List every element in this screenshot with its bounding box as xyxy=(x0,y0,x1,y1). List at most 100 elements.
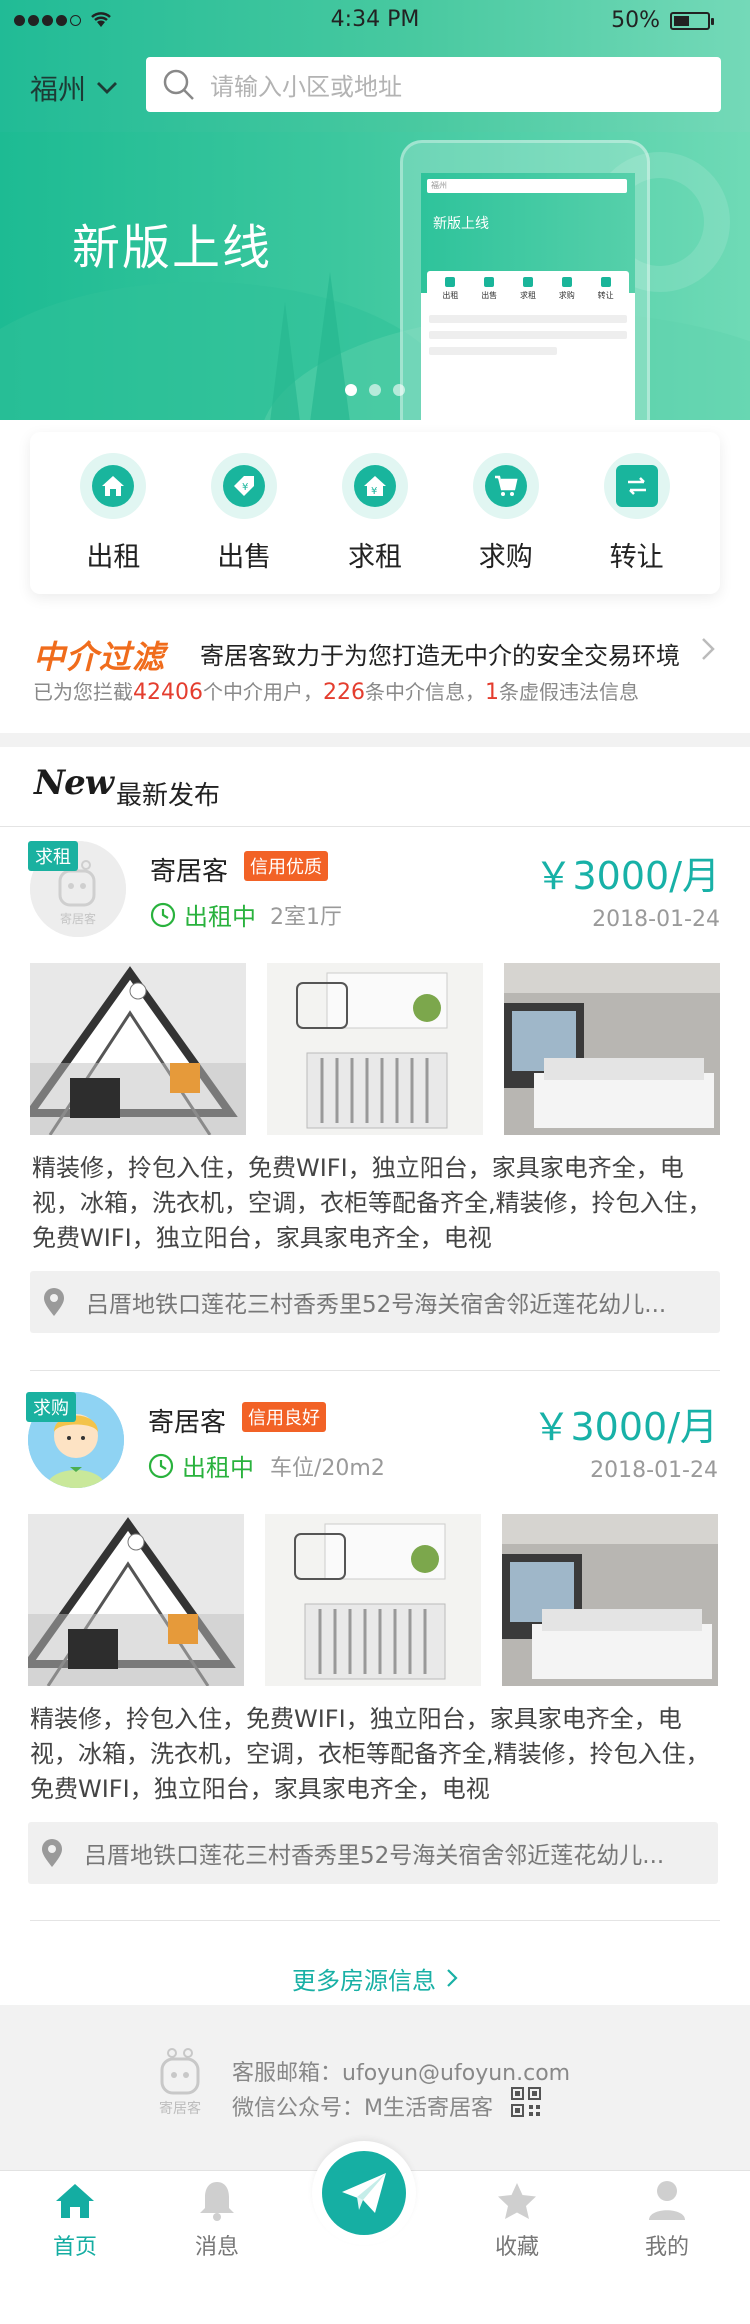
clock-icon xyxy=(150,902,176,927)
paper-plane-icon xyxy=(342,2173,386,2213)
mock-icon-label: 转让 xyxy=(597,291,614,300)
listing-photo[interactable] xyxy=(30,963,246,1135)
mock-icons: 出租 出售 求租 求购 转让 xyxy=(427,271,629,307)
listing-divider xyxy=(30,1920,720,1921)
status-bar: 4:34 PM 50% xyxy=(0,0,750,40)
photo-gallery xyxy=(30,963,720,1135)
category-want-buy[interactable]: 求购 xyxy=(451,452,561,574)
category-menu: 出租 ¥ 出售 ¥ 求租 求购 转让 xyxy=(30,432,720,594)
category-transfer[interactable]: 转让 xyxy=(582,452,692,574)
category-label: 转让 xyxy=(609,541,664,573)
credit-badge: 信用良好 xyxy=(242,1402,326,1432)
search-icon xyxy=(163,69,194,100)
poster-name: 寄居客 xyxy=(148,1408,227,1438)
intercepted-info-count: 226 xyxy=(323,680,365,705)
filter-slogan: 寄居客致力于为您打造无中介的安全交易环境 xyxy=(200,642,680,670)
category-label: 求租 xyxy=(347,541,402,573)
filter-logo: 中介过滤 xyxy=(33,638,166,676)
more-label: 更多房源信息 xyxy=(292,1966,436,1995)
category-rent-out[interactable]: 出租 xyxy=(58,452,168,574)
status-text: 出租中 xyxy=(182,1454,254,1482)
chevron-right-icon xyxy=(447,1969,458,1987)
star-icon xyxy=(498,2183,536,2219)
tab-favorites[interactable]: 收藏 xyxy=(442,2171,592,2271)
publish-button[interactable] xyxy=(312,2141,416,2245)
category-label: 出租 xyxy=(86,541,141,573)
svg-text:¥: ¥ xyxy=(242,482,248,493)
footer-logo-text: 寄居客 xyxy=(159,2100,201,2117)
home-icon xyxy=(56,2184,94,2218)
home-indicator-area xyxy=(0,2276,750,2324)
price-tag-icon: ¥ xyxy=(234,475,255,496)
photo-gallery xyxy=(28,1514,718,1686)
pagination-dot[interactable] xyxy=(345,384,357,396)
qr-code-icon[interactable] xyxy=(511,2087,541,2117)
svg-text:¥: ¥ xyxy=(371,486,377,497)
stats-text: 个中介用户， xyxy=(203,680,323,704)
more-listings-link[interactable]: 更多房源信息 xyxy=(0,1948,750,2008)
category-want-rent[interactable]: ¥ 求租 xyxy=(320,452,430,574)
banner-pagination[interactable] xyxy=(0,384,750,396)
bell-icon xyxy=(200,2182,234,2221)
listing-date: 2018-01-24 xyxy=(592,907,720,932)
listing-type-badge: 求租 xyxy=(28,841,78,871)
search-input[interactable]: 请输入小区或地址 xyxy=(146,57,721,112)
section-divider xyxy=(0,733,750,747)
room-type: 车位/20m2 xyxy=(270,1456,385,1481)
stats-text: 已为您拦截 xyxy=(33,680,133,704)
clock-icon xyxy=(148,1453,174,1478)
pagination-dot[interactable] xyxy=(369,384,381,396)
mock-icon-label: 出租 xyxy=(442,291,459,300)
transfer-icon xyxy=(627,476,646,495)
address-text: 吕厝地铁口莲花三村香秀里52号海关宿舍邻近莲花幼儿... xyxy=(86,1292,667,1318)
listing-description: 精装修，拎包入住，免费WIFI，独立阳台，家具家电齐全，电视，冰箱，洗衣机，空调… xyxy=(32,1154,712,1252)
battery-icon xyxy=(670,12,714,30)
support-email[interactable]: 客服邮箱：ufoyun@ufoyun.com xyxy=(232,2055,570,2087)
listing-type-badge: 求购 xyxy=(26,1392,76,1422)
listing-address[interactable]: 吕厝地铁口莲花三村香秀里52号海关宿舍邻近莲花幼儿... xyxy=(30,1271,720,1333)
latest-section-header: New 最新发布 xyxy=(0,747,750,827)
listing-card[interactable]: 寄居客 求租 寄居客 信用优质 出租中 2室1厅 ￥3000/月 2018-01… xyxy=(0,827,750,1367)
listing-address[interactable]: 吕厝地铁口莲花三村香秀里52号海关宿舍邻近莲花幼儿... xyxy=(28,1822,718,1884)
stats-text: 条中介信息， xyxy=(365,680,485,704)
mock-icon-label: 出售 xyxy=(481,291,498,300)
promo-banner[interactable]: 新版上线 福州 新版上线 出租 出售 求租 求购 转让 xyxy=(0,132,750,420)
listing-price: ￥3000/月 xyxy=(532,1405,718,1449)
agent-filter-banner[interactable]: 中介过滤 寄居客致力于为您打造无中介的安全交易环境 已为您拦截42406个中介用… xyxy=(0,620,750,730)
listing-photo[interactable] xyxy=(28,1514,244,1686)
city-selector[interactable]: 福州 xyxy=(30,68,118,108)
listing-status: 出租中 xyxy=(150,897,256,932)
listing-status: 出租中 xyxy=(148,1448,254,1483)
mock-title: 新版上线 xyxy=(433,216,489,232)
house-yen-icon: ¥ xyxy=(363,475,386,497)
mock-icon-label: 求购 xyxy=(558,291,575,300)
listing-photo[interactable] xyxy=(267,963,483,1135)
tab-label: 我的 xyxy=(644,2235,689,2260)
brand-logo-icon: 寄居客 xyxy=(159,2048,201,2117)
listing-description: 精装修，拎包入住，免费WIFI，独立阳台，家具家电齐全，电视，冰箱，洗衣机，空调… xyxy=(30,1705,710,1803)
listing-card[interactable]: 求购 寄居客 信用良好 出租中 车位/20m2 ￥3000/月 2018-01-… xyxy=(0,1378,750,1918)
intercepted-users-count: 42406 xyxy=(133,680,203,705)
listing-date: 2018-01-24 xyxy=(590,1458,718,1483)
listing-price: ￥3000/月 xyxy=(534,854,720,898)
house-icon xyxy=(102,475,125,496)
listing-photo[interactable] xyxy=(504,963,720,1135)
listing-photo[interactable] xyxy=(265,1514,481,1686)
tab-messages[interactable]: 消息 xyxy=(142,2171,292,2271)
tab-profile[interactable]: 我的 xyxy=(592,2171,742,2271)
listing-photo[interactable] xyxy=(502,1514,718,1686)
room-type: 2室1厅 xyxy=(270,905,342,930)
tab-home[interactable]: 首页 xyxy=(0,2171,150,2271)
svg-text:寄居客: 寄居客 xyxy=(60,911,96,926)
stats-text: 条虚假违法信息 xyxy=(499,680,639,704)
chevron-down-icon xyxy=(97,82,118,94)
phone-mockup: 福州 新版上线 出租 出售 求租 求购 转让 xyxy=(400,140,650,420)
filter-stats: 已为您拦截42406个中介用户，226条中介信息，1条虚假违法信息 xyxy=(33,676,639,705)
new-logo: New xyxy=(34,763,114,803)
banner-title: 新版上线 xyxy=(72,220,273,276)
search-placeholder: 请输入小区或地址 xyxy=(210,73,402,101)
pagination-dot[interactable] xyxy=(393,384,405,396)
category-sell[interactable]: ¥ 出售 xyxy=(189,452,299,574)
user-icon xyxy=(649,2181,685,2220)
poster-name: 寄居客 xyxy=(150,857,229,887)
